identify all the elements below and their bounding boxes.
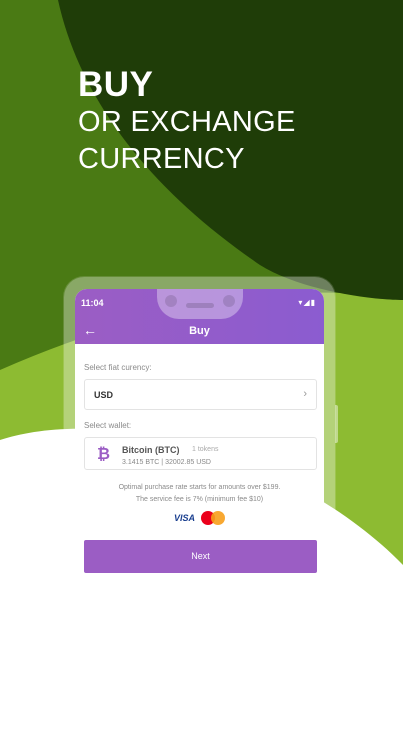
headline-line-1: BUY — [78, 65, 154, 104]
mastercard-logo-yellow — [211, 511, 225, 525]
fiat-currency-label: Select fiat curency: — [84, 363, 152, 372]
rate-note: Optimal purchase rate starts for amounts… — [118, 484, 281, 491]
headline-line-3: CURRENCY — [78, 143, 245, 175]
phone-side-button — [335, 405, 338, 443]
fee-note: The service fee is 7% (minimum fee $10) — [135, 496, 264, 503]
wallet-select[interactable]: ₿ Bitcoin (BTC) 1 tokens 3.1415 BTC | 32… — [84, 437, 317, 470]
phone-screen: 11:04 ▾◢▮ ← Buy Select fiat curency: USD… — [75, 289, 324, 729]
visa-logo: VISA — [174, 513, 196, 523]
status-icons: ▾◢▮ — [298, 298, 316, 307]
app-bar: 11:04 ▾◢▮ ← Buy — [75, 289, 324, 344]
headline-line-2: OR EXCHANGE — [78, 106, 296, 138]
headline: BUY OR EXCHANGE CURRENCY — [78, 66, 296, 178]
front-camera — [165, 295, 177, 307]
fiat-currency-select[interactable]: USD › — [84, 379, 317, 410]
bitcoin-icon: ₿ — [97, 446, 111, 463]
wallet-tokens: 1 tokens — [192, 446, 219, 453]
wallet-name: Bitcoin (BTC) — [122, 445, 180, 455]
page-title: Buy — [189, 325, 210, 337]
sensor — [223, 295, 235, 307]
phone-notch — [157, 289, 243, 319]
next-button[interactable]: Next — [84, 540, 317, 573]
fiat-currency-value: USD — [94, 390, 114, 400]
speaker — [186, 303, 214, 308]
chevron-right-icon: › — [303, 388, 307, 400]
status-time: 11:04 — [81, 298, 104, 308]
wallet-balance: 3.1415 BTC | 32002.85 USD — [122, 459, 211, 466]
wallet-label: Select wallet: — [84, 421, 132, 430]
